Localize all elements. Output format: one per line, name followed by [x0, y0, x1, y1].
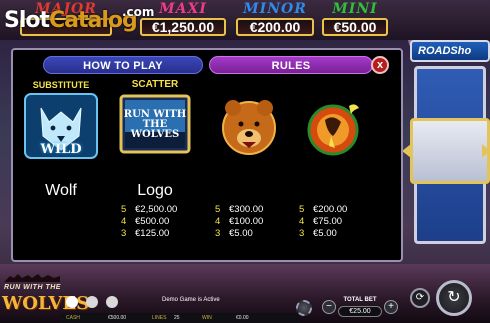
watermark: SlotCatalog .com: [4, 5, 154, 33]
bet-decrease-button[interactable]: −: [322, 300, 336, 314]
pay-row: 4 €75.00: [299, 216, 389, 227]
win-label: WIN: [202, 315, 212, 321]
pay-row: 3 €5.00: [215, 228, 305, 239]
jackpot-minor-label: MINOR: [243, 1, 307, 17]
pay-count: 4: [121, 216, 127, 227]
road-shot-logo: ROADSho: [410, 40, 490, 62]
sound-icon[interactable]: [86, 296, 98, 308]
pay-count: 3: [121, 228, 127, 239]
pay-count: 5: [215, 204, 221, 215]
autoplay-icon: ⟳: [415, 292, 425, 303]
spin-icon: ↻: [447, 289, 461, 306]
watermark-suffix: .com: [122, 5, 155, 19]
autoplay-button[interactable]: ⟳: [410, 288, 430, 308]
pay-row: 4 €500.00: [121, 216, 211, 227]
info-bar: [60, 313, 300, 323]
pay-amount: €5.00: [313, 228, 337, 239]
watermark-part-a: Slot: [4, 8, 50, 33]
lines-label: LINES: [152, 315, 167, 321]
pay-count: 5: [121, 204, 127, 215]
pay-amount: €75.00: [313, 216, 343, 227]
road-shot-left-arrow-icon: [402, 144, 411, 158]
symbol-name-logo: Logo: [137, 182, 173, 199]
pay-row: 3 €125.00: [121, 228, 211, 239]
pay-row: 5 €300.00: [215, 204, 305, 215]
pay-amount: €300.00: [229, 204, 264, 215]
cash-value: €500.00: [108, 315, 127, 321]
pay-count: 4: [299, 216, 305, 227]
total-bet-label: TOTAL BET: [343, 297, 377, 303]
pay-row: 5 €2,500.00: [121, 204, 211, 215]
jackpot-maxi-value: €1,250.00: [140, 18, 226, 36]
pay-amount: €2,500.00: [135, 204, 178, 215]
pay-count: 4: [215, 216, 221, 227]
lines-value: 25: [174, 315, 180, 321]
cash-label: CASH: [66, 315, 80, 321]
win-value: €0.00: [236, 315, 249, 321]
pay-amount: €125.00: [135, 228, 170, 239]
pay-count: 3: [299, 228, 305, 239]
total-bet-value: €25.00: [338, 306, 382, 317]
pay-row: 4 €100.00: [215, 216, 305, 227]
pay-count: 5: [299, 204, 305, 215]
jackpot-mini-label: MINI: [332, 1, 378, 17]
pay-count: 3: [215, 228, 221, 239]
spin-button[interactable]: ↻: [436, 280, 472, 316]
symbol-name-wolf: Wolf: [45, 182, 77, 199]
bet-increase-button[interactable]: +: [384, 300, 398, 314]
home-icon[interactable]: [66, 296, 78, 308]
bear-icon: [222, 100, 276, 155]
paytable-modal: HOW TO PLAY RULES x SUBSTITUTE WILD Wolf…: [11, 48, 403, 262]
substitute-badge: SUBSTITUTE: [32, 80, 90, 90]
tab-how-to-play[interactable]: HOW TO PLAY: [43, 56, 203, 74]
scatter-logo-text: RUN WITH THE WOLVES: [123, 109, 187, 140]
scatter-badge: SCATTER: [131, 79, 179, 90]
pay-amount: €200.00: [313, 204, 348, 215]
coin-chip-button[interactable]: [296, 300, 312, 316]
eagle-icon: [307, 104, 359, 156]
road-shot-right-arrow-icon: [482, 144, 490, 158]
jackpot-mini: MINI €50.00: [322, 2, 388, 38]
pay-row: 5 €200.00: [299, 204, 389, 215]
jackpot-mini-value: €50.00: [322, 18, 388, 36]
info-icon[interactable]: [106, 296, 118, 308]
close-button[interactable]: x: [371, 56, 389, 74]
pay-row: 3 €5.00: [299, 228, 389, 239]
jackpot-minor: MINOR €200.00: [236, 2, 314, 38]
wild-label: WILD: [40, 142, 82, 157]
wolf-pack-silhouette-icon: [4, 274, 60, 282]
status-message: Demo Game is Active: [162, 297, 220, 303]
pay-amount: €100.00: [229, 216, 264, 227]
pay-amount: €500.00: [135, 216, 170, 227]
pay-amount: €5.00: [229, 228, 253, 239]
tab-rules[interactable]: RULES: [209, 56, 373, 74]
game-logo-line1: RUN WITH THE: [4, 284, 61, 291]
jackpot-minor-value: €200.00: [236, 18, 314, 36]
road-shot-window: [410, 118, 490, 184]
